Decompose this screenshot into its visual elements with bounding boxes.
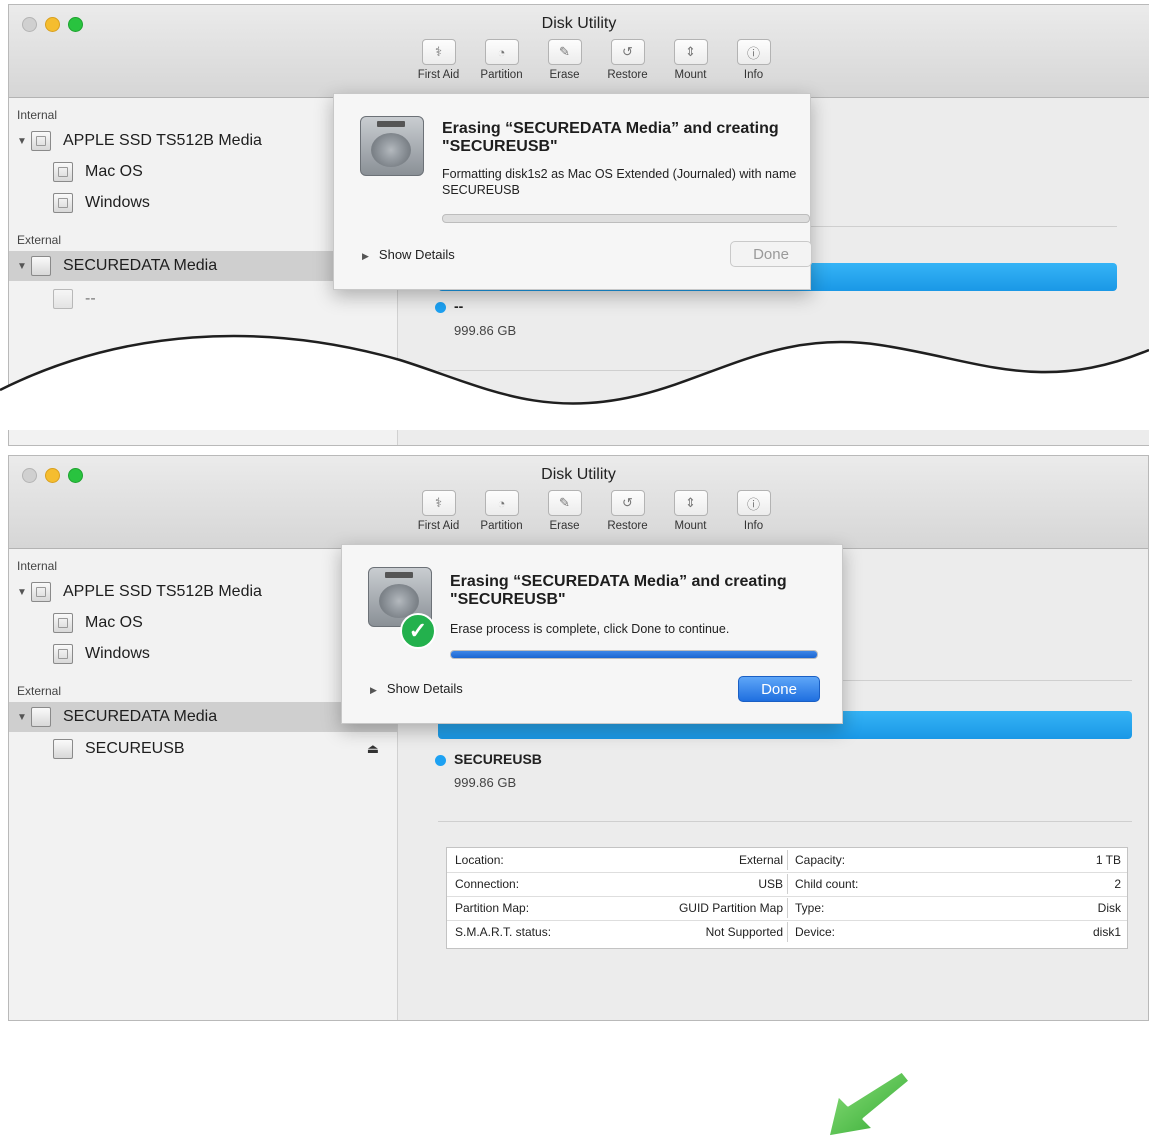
- sidebar-item-mac-os[interactable]: Mac OS: [9, 608, 397, 638]
- restore-button[interactable]: ↺ Restore: [596, 490, 659, 532]
- restore-icon: ↺: [610, 490, 645, 516]
- connection-key: Connection:: [455, 877, 520, 891]
- disk-info-table: Location: External Capacity: 1 TB Connec…: [446, 847, 1128, 949]
- progress-bar: [450, 650, 818, 659]
- toolbar-label: Info: [743, 520, 764, 532]
- sidebar-item-secureusb[interactable]: SECUREUSB ⏏: [9, 734, 397, 764]
- location-key: Location:: [455, 853, 504, 867]
- sheet-title: Erasing “SECUREDATA Media” and creating …: [450, 573, 787, 608]
- erase-button[interactable]: ✎ Erase: [533, 490, 596, 532]
- column-divider: [787, 850, 788, 870]
- volume-name: SECUREUSB: [454, 751, 542, 767]
- window-title: Disk Utility: [541, 466, 616, 483]
- smart-status-key: S.M.A.R.T. status:: [455, 925, 552, 939]
- volume-icon: [53, 613, 73, 633]
- volume-icon: [53, 739, 73, 759]
- type-value: Disk: [1097, 901, 1121, 915]
- mount-icon: ⇕: [673, 490, 708, 516]
- location-value: External: [738, 853, 783, 867]
- sidebar-item-internal-disk[interactable]: ▼ APPLE SSD TS512B Media: [9, 577, 397, 607]
- sidebar-item-label: APPLE SSD TS512B Media: [63, 583, 262, 600]
- pointer-arrow-icon: [826, 1069, 912, 1139]
- connection-value: USB: [758, 877, 783, 891]
- sidebar-item-label: Windows: [85, 645, 150, 662]
- sidebar-item-label: Mac OS: [85, 614, 143, 631]
- sidebar-item-windows[interactable]: Windows: [9, 639, 397, 669]
- table-row: Connection: USB Child count: 2: [447, 872, 1127, 897]
- first-aid-button[interactable]: ⚕ First Aid: [407, 490, 470, 532]
- info-button[interactable]: ⓘ Info: [722, 490, 785, 532]
- toolbar: ⚕ First Aid ◔ Partition ✎ Erase ↺ Restore ⇕ M…: [407, 490, 785, 532]
- eject-icon[interactable]: ⏏: [367, 741, 379, 757]
- child-count-key: Child count:: [795, 877, 859, 891]
- capacity-key: Capacity:: [795, 853, 846, 867]
- section-internal: Internal: [17, 559, 58, 573]
- partition-icon: ◔: [484, 490, 519, 516]
- sidebar-item-external-disk[interactable]: ▼ SECUREDATA Media: [9, 702, 397, 732]
- show-details-toggle[interactable]: ▶ Show Details: [370, 681, 463, 696]
- toolbar-label: Mount: [674, 520, 707, 532]
- toolbar-label: Partition: [480, 520, 523, 532]
- toolbar-label: First Aid: [417, 520, 460, 532]
- section-external: External: [17, 684, 62, 698]
- child-count-value: 2: [1114, 877, 1121, 891]
- device-value: disk1: [1092, 925, 1121, 939]
- device-key: Device:: [795, 925, 836, 939]
- volume-icon: [53, 644, 73, 664]
- erase-complete-sheet: ✓ Erasing “SECUREDATA Media” and creatin…: [341, 544, 843, 724]
- toolbar-label: Restore: [607, 520, 648, 532]
- table-row: S.M.A.R.T. status: Not Supported Device:…: [447, 920, 1127, 944]
- title-bar: Disk Utility ⚕ First Aid ◔ Partition ✎ Eras…: [9, 456, 1148, 549]
- progress-fill: [451, 651, 817, 658]
- torn-edge: [0, 334, 1149, 430]
- capacity-value: 1 TB: [1095, 853, 1121, 867]
- table-row: Location: External Capacity: 1 TB: [447, 848, 1127, 873]
- disclosure-triangle-icon: ▶: [370, 685, 377, 695]
- info-icon: ⓘ: [736, 490, 771, 516]
- type-key: Type:: [795, 901, 825, 915]
- screenshot-complete: Disk Utility ⚕ First Aid ◔ Partition ✎ Eras…: [0, 455, 1149, 1139]
- sheet-message: Erase process is complete, click Done to…: [450, 622, 730, 636]
- internal-disk-icon: [31, 582, 51, 602]
- erase-icon: ✎: [547, 490, 582, 516]
- column-divider: [787, 898, 788, 918]
- mount-button[interactable]: ⇕ Mount: [659, 490, 722, 532]
- stethoscope-icon: ⚕: [421, 490, 456, 516]
- smart-status-value: Not Supported: [705, 925, 783, 939]
- volume-size: 999.86 GB: [454, 775, 517, 790]
- partition-map-value: GUID Partition Map: [678, 901, 783, 915]
- partition-button[interactable]: ◔ Partition: [470, 490, 533, 532]
- sidebar-item-label: SECUREUSB: [85, 740, 185, 757]
- screenshot-erasing: Disk Utility ⚕ First Aid ◔ Partition ✎ Eras…: [0, 0, 1149, 446]
- disclosure-triangle-icon[interactable]: ▼: [17, 712, 31, 723]
- disclosure-triangle-icon[interactable]: ▼: [17, 587, 31, 598]
- column-divider: [787, 874, 788, 894]
- table-row: Partition Map: GUID Partition Map Type: …: [447, 896, 1127, 921]
- done-button[interactable]: Done: [738, 676, 820, 702]
- column-divider: [787, 922, 788, 942]
- toolbar-label: Erase: [549, 520, 580, 532]
- partition-map-key: Partition Map:: [455, 901, 530, 915]
- checkmark-icon: ✓: [400, 613, 436, 649]
- volume-color-dot: [435, 755, 446, 766]
- divider: [438, 821, 1132, 822]
- sidebar: Internal ▼ APPLE SSD TS512B Media Mac OS…: [9, 549, 398, 1020]
- external-disk-icon: [31, 707, 51, 727]
- disk-utility-window: Disk Utility ⚕ First Aid ◔ Partition ✎ Eras…: [8, 455, 1149, 1021]
- show-details-label: Show Details: [386, 681, 463, 696]
- sidebar-item-label: SECUREDATA Media: [63, 708, 218, 725]
